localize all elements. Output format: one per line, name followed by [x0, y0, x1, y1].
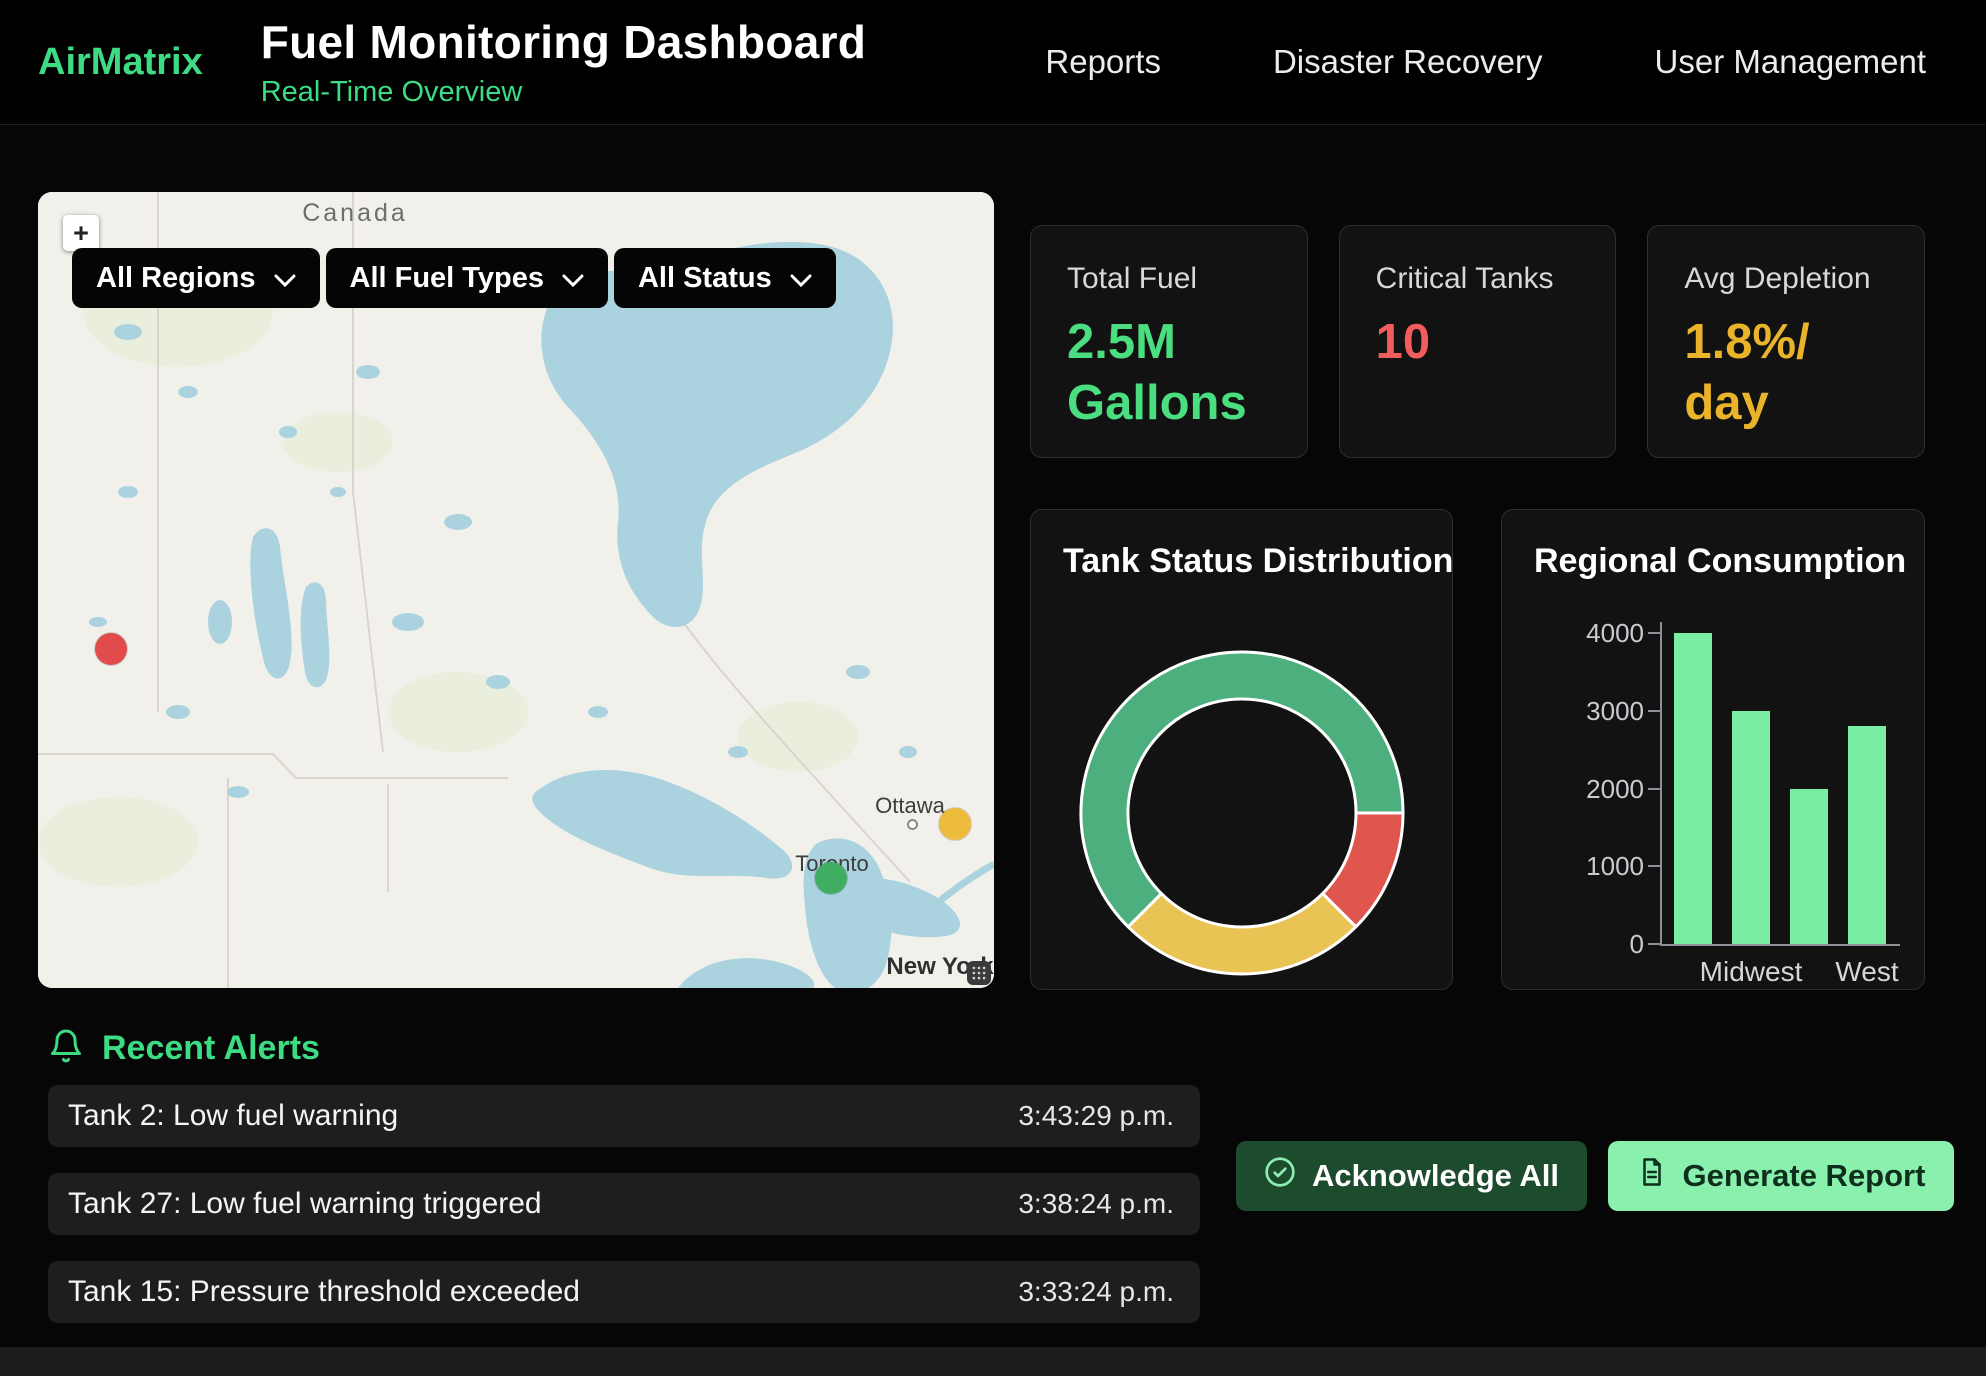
- bar-3: [1848, 726, 1886, 944]
- y-tick-mark: [1648, 943, 1660, 945]
- y-tick-mark: [1648, 865, 1660, 867]
- generate-report-label: Generate Report: [1683, 1158, 1926, 1194]
- x-tick-label: West: [1848, 956, 1886, 988]
- y-tick-mark: [1648, 710, 1660, 712]
- alert-row: Tank 15: Pressure threshold exceeded 3:3…: [48, 1261, 1200, 1323]
- x-axis: [1660, 944, 1900, 946]
- x-tick-label: [1790, 956, 1828, 988]
- x-labels: Midwest West: [1674, 956, 1886, 988]
- nav-reports[interactable]: Reports: [1045, 43, 1161, 81]
- stat-value: 1.8%/ day: [1684, 312, 1888, 435]
- tank-marker-normal[interactable]: [815, 862, 847, 894]
- map-resize-handle[interactable]: [967, 961, 991, 985]
- bars: [1674, 633, 1886, 944]
- map-label-canada: Canada: [302, 199, 408, 228]
- stat-value: 10: [1376, 312, 1580, 373]
- header: AirMatrix Fuel Monitoring Dashboard Real…: [0, 0, 1986, 125]
- circle-check-icon: [1264, 1156, 1296, 1196]
- alert-message: Tank 2: Low fuel warning: [68, 1099, 398, 1133]
- chevron-down-icon: [790, 262, 812, 295]
- y-tick-mark: [1648, 632, 1660, 634]
- bar-1: [1732, 711, 1770, 944]
- status-filter-value: All Status: [638, 262, 772, 295]
- map[interactable]: Canada Ottawa Toronto New York + All Reg…: [38, 192, 994, 988]
- tank-marker-warning[interactable]: [939, 808, 971, 840]
- tank-status-donut: [1031, 510, 1454, 991]
- fuel-dashboard: AirMatrix Fuel Monitoring Dashboard Real…: [0, 0, 1986, 1376]
- alert-time: 3:38:24 p.m.: [1018, 1188, 1174, 1220]
- map-zoom-in-button[interactable]: +: [63, 215, 99, 251]
- region-filter-value: All Regions: [96, 262, 256, 295]
- y-tick-mark: [1648, 788, 1660, 790]
- x-tick-label: Midwest: [1732, 956, 1770, 988]
- y-tick-label: 4000: [1530, 618, 1644, 648]
- alert-message: Tank 27: Low fuel warning triggered: [68, 1187, 542, 1221]
- alert-row: Tank 27: Low fuel warning triggered 3:38…: [48, 1173, 1200, 1235]
- ottawa-town-dot: [907, 819, 918, 830]
- bar-2: [1790, 789, 1828, 945]
- alerts-title: Recent Alerts: [102, 1029, 320, 1068]
- alert-time: 3:33:24 p.m.: [1018, 1276, 1174, 1308]
- status-filter[interactable]: All Status: [614, 248, 836, 308]
- document-icon: [1637, 1157, 1667, 1195]
- y-tick-label: 1000: [1530, 851, 1644, 881]
- donut-slice-warning: [1128, 894, 1356, 974]
- stat-value: 2.5M Gallons: [1067, 312, 1271, 435]
- tank-marker-critical[interactable]: [95, 633, 127, 665]
- stat-label: Total Fuel: [1067, 262, 1271, 296]
- regional-consumption-chart: 0 1000 2000 3000 4000 Midwest West: [1502, 510, 1924, 989]
- stat-label: Avg Depletion: [1684, 262, 1888, 296]
- y-tick-label: 2000: [1530, 774, 1644, 804]
- acknowledge-all-button[interactable]: Acknowledge All: [1236, 1141, 1587, 1211]
- title-block: Fuel Monitoring Dashboard Real-Time Over…: [261, 15, 866, 109]
- drag-dots-icon: [971, 965, 987, 981]
- fuel-type-filter[interactable]: All Fuel Types: [326, 248, 608, 308]
- nav-user-management[interactable]: User Management: [1655, 43, 1926, 81]
- acknowledge-all-label: Acknowledge All: [1312, 1158, 1559, 1194]
- bar-0: [1674, 633, 1712, 944]
- alerts-header: Recent Alerts: [48, 1028, 320, 1069]
- stat-label: Critical Tanks: [1376, 262, 1580, 296]
- bell-icon: [48, 1028, 84, 1069]
- stat-card-critical-tanks: Critical Tanks 10: [1339, 225, 1617, 458]
- tank-status-panel: Tank Status Distribution: [1030, 509, 1453, 990]
- stat-card-total-fuel: Total Fuel 2.5M Gallons: [1030, 225, 1308, 458]
- page-title: Fuel Monitoring Dashboard: [261, 15, 866, 69]
- bottom-strip: [0, 1347, 1986, 1376]
- main-nav: Reports Disaster Recovery User Managemen…: [1045, 43, 1926, 81]
- alert-message: Tank 15: Pressure threshold exceeded: [68, 1275, 580, 1309]
- generate-report-button[interactable]: Generate Report: [1608, 1141, 1954, 1211]
- alert-row: Tank 2: Low fuel warning 3:43:29 p.m.: [48, 1085, 1200, 1147]
- regional-consumption-panel: Regional Consumption 01000200030004000Mi…: [1501, 509, 1925, 990]
- stat-cards: Total Fuel 2.5M Gallons Critical Tanks 1…: [1030, 225, 1925, 458]
- y-tick-label: 3000: [1530, 696, 1644, 726]
- region-filter[interactable]: All Regions: [72, 248, 320, 308]
- stat-card-avg-depletion: Avg Depletion 1.8%/ day: [1647, 225, 1925, 458]
- y-tick-label: 0: [1530, 929, 1644, 959]
- alert-time: 3:43:29 p.m.: [1018, 1100, 1174, 1132]
- map-filters: All Regions All Fuel Types All Status: [72, 248, 836, 308]
- map-label-ottawa: Ottawa: [875, 793, 945, 819]
- nav-disaster-recovery[interactable]: Disaster Recovery: [1273, 43, 1543, 81]
- y-axis: [1660, 622, 1662, 946]
- chevron-down-icon: [562, 262, 584, 295]
- page-subtitle: Real-Time Overview: [261, 76, 866, 109]
- brand-logo: AirMatrix: [38, 41, 203, 84]
- chevron-down-icon: [274, 262, 296, 295]
- fuel-type-filter-value: All Fuel Types: [350, 262, 544, 295]
